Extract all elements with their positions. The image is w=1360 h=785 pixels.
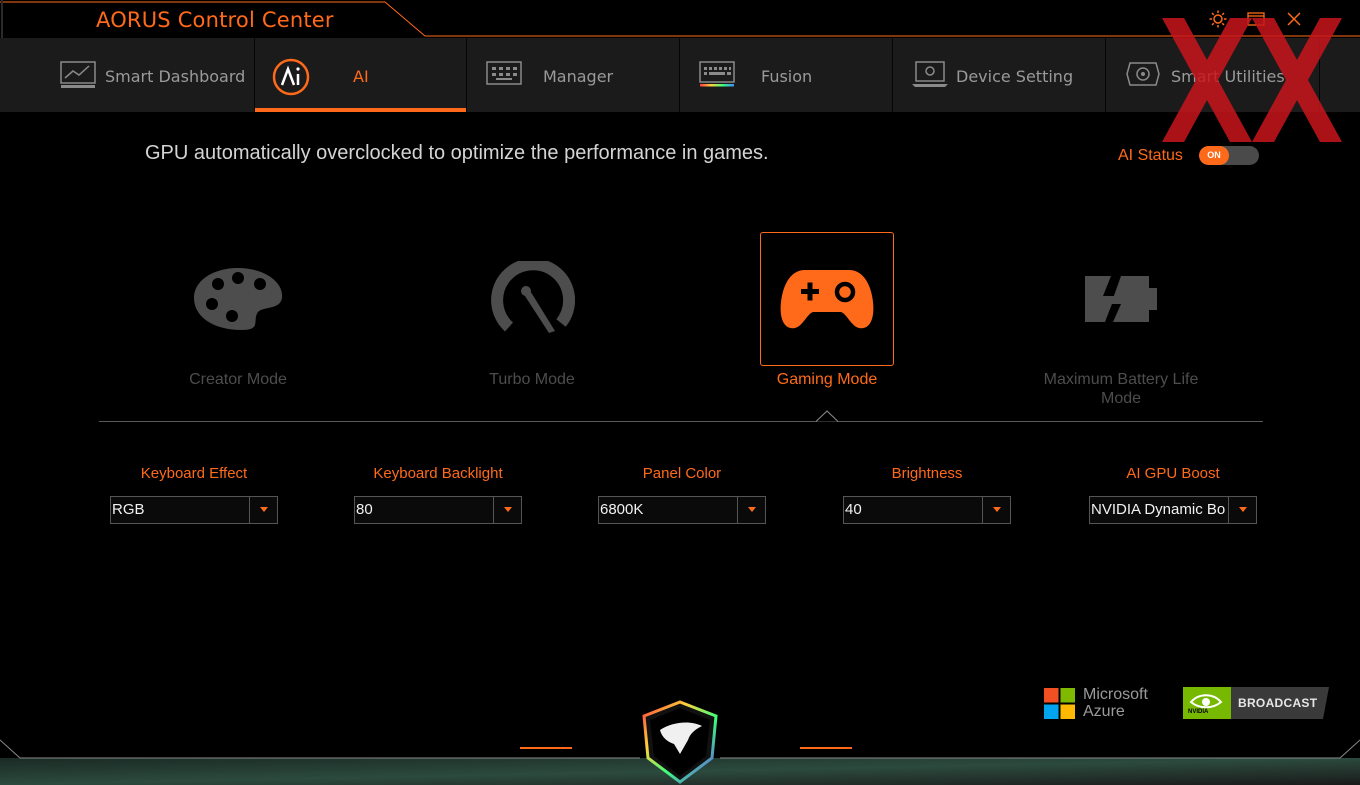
- chevron-down-icon: [504, 507, 512, 512]
- mode-label: Maximum Battery Life Mode: [1043, 371, 1199, 407]
- selected-mode-pointer: [816, 410, 838, 422]
- keyboard-icon: [699, 61, 735, 87]
- keyboard-backlight-dropdown[interactable]: 80: [354, 496, 522, 524]
- footer-frame: [0, 700, 1360, 785]
- dropdown-value: RGB: [112, 501, 145, 518]
- toggle-on-label: ON: [1199, 146, 1229, 165]
- setting-panel-color: Panel Color 6800K: [598, 465, 766, 524]
- active-tab-indicator: [255, 108, 466, 112]
- chevron-down-icon: [1239, 507, 1247, 512]
- tab-smart-utilities[interactable]: Smart Utilities: [1106, 38, 1320, 112]
- setting-label: Keyboard Effect: [140, 465, 248, 482]
- setting-label: Brightness: [891, 465, 963, 482]
- dashboard-icon: [60, 61, 96, 88]
- battery-icon: [1085, 276, 1157, 322]
- setting-brightness: Brightness 40: [843, 465, 1011, 524]
- utilities-icon: [1126, 62, 1160, 86]
- ai-icon: [272, 58, 310, 96]
- setting-keyboard-effect: Keyboard Effect RGB: [110, 465, 278, 524]
- chevron-down-icon: [993, 507, 1001, 512]
- setting-ai-gpu-boost: AI GPU Boost NVIDIA Dynamic Boost: [1089, 465, 1257, 524]
- chevron-down-icon: [260, 507, 268, 512]
- tab-label: Smart Dashboard: [105, 67, 246, 86]
- dropdown-value: 80: [356, 501, 373, 518]
- close-icon[interactable]: [1284, 9, 1304, 29]
- mode-divider: [99, 421, 1263, 422]
- window-title: AORUS Control Center: [96, 8, 334, 32]
- tab-label: AI: [353, 67, 369, 86]
- gamepad-icon: [780, 270, 874, 329]
- tab-label: Fusion: [761, 67, 813, 86]
- tab-bar: Smart Dashboard AI Manager Fusion Device…: [0, 38, 1360, 112]
- ai-gpu-boost-dropdown[interactable]: NVIDIA Dynamic Boost: [1089, 496, 1257, 524]
- tab-device-setting[interactable]: Device Setting: [893, 38, 1106, 112]
- brightness-dropdown[interactable]: 40: [843, 496, 1011, 524]
- setting-keyboard-backlight: Keyboard Backlight 80: [354, 465, 522, 524]
- tab-manager[interactable]: Manager: [467, 38, 680, 112]
- tab-label: Smart Utilities: [1171, 67, 1285, 86]
- tab-label: Device Setting: [956, 67, 1074, 86]
- mode-label: Turbo Mode: [489, 371, 575, 388]
- mode-description: GPU automatically overclocked to optimiz…: [145, 142, 769, 164]
- mode-icon-box: [465, 232, 599, 366]
- manager-icon: [486, 61, 522, 85]
- speedometer-icon: [491, 261, 575, 333]
- dropdown-value: NVIDIA Dynamic Boost: [1091, 501, 1225, 518]
- mode-icon-box: [760, 232, 894, 366]
- dropdown-value: 40: [845, 501, 862, 518]
- tab-fusion[interactable]: Fusion: [680, 38, 893, 112]
- mode-label: Creator Mode: [189, 371, 287, 388]
- panel-color-dropdown[interactable]: 6800K: [598, 496, 766, 524]
- setting-label: Panel Color: [642, 465, 722, 482]
- mode-icon-box: [171, 232, 305, 366]
- chevron-down-icon: [748, 507, 756, 512]
- app-window: AORUS Control Center Smart Dashboard AI …: [0, 0, 1360, 785]
- settings-icon[interactable]: [1208, 9, 1228, 29]
- device-icon: [912, 61, 948, 87]
- setting-label: AI GPU Boost: [1126, 465, 1220, 482]
- palette-icon: [194, 268, 283, 330]
- tab-smart-dashboard[interactable]: Smart Dashboard: [41, 38, 255, 112]
- keyboard-effect-dropdown[interactable]: RGB: [110, 496, 278, 524]
- restore-icon[interactable]: [1246, 9, 1266, 29]
- tab-label: Manager: [543, 67, 614, 86]
- setting-label: Keyboard Backlight: [373, 465, 503, 482]
- ai-status-toggle[interactable]: ON: [1199, 146, 1259, 165]
- tab-ai[interactable]: AI: [255, 38, 467, 112]
- mode-icon-box: [1054, 232, 1188, 366]
- mode-label: Gaming Mode: [776, 371, 878, 388]
- dropdown-value: 6800K: [600, 501, 644, 518]
- ai-status-label: AI Status: [1118, 147, 1183, 164]
